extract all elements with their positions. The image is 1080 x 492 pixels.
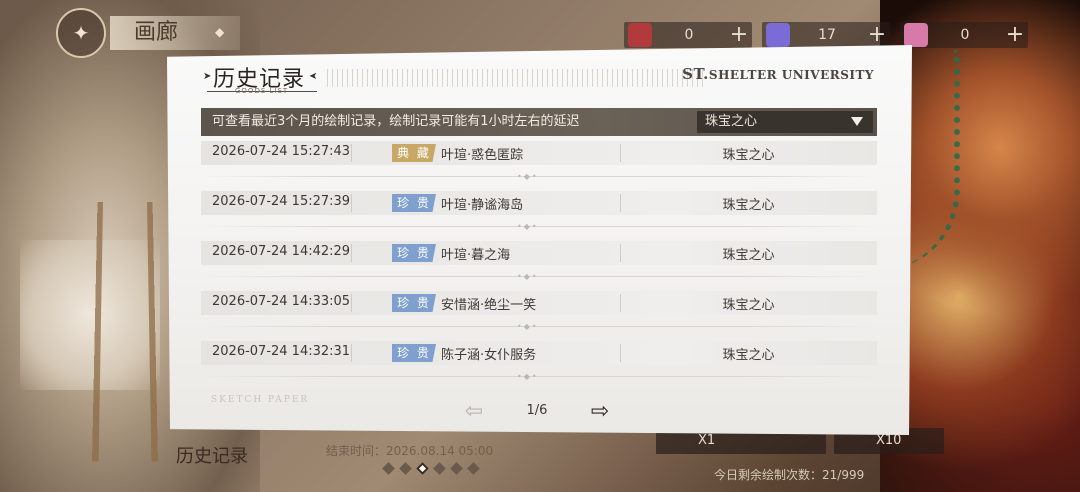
record-row: 2026-07-24 14:32:31 珍 贵 陈子涵·女仆服务 珠宝之心 •◆… bbox=[201, 341, 877, 391]
add-gem-button[interactable]: + bbox=[1002, 23, 1028, 47]
history-button-label[interactable]: 历史记录 bbox=[176, 442, 248, 468]
title-arrow-left-icon: ➤ bbox=[203, 71, 212, 82]
divider-ornament: •◆• bbox=[517, 372, 539, 381]
diamond-icon bbox=[766, 23, 790, 47]
history-modal: ➤ 历史记录 ➤ GOODS LIST ST.SHELTER UNIVERSIT… bbox=[167, 45, 912, 435]
record-row: 2026-07-24 15:27:39 珍 贵 叶瑄·静谧海岛 珠宝之心 •◆• bbox=[201, 191, 877, 241]
add-diamond-button[interactable]: + bbox=[864, 23, 890, 47]
divider-ornament: •◆• bbox=[517, 222, 539, 231]
butterfly-emblem-icon[interactable]: ✦ bbox=[56, 8, 106, 58]
column-separator bbox=[351, 294, 352, 312]
currency-gem-value: 0 bbox=[960, 27, 970, 43]
pool-filter-dropdown[interactable]: 珠宝之心 bbox=[697, 111, 873, 133]
pagination: ⇦ 1/6 ⇨ bbox=[457, 397, 617, 427]
modal-subtitle: GOODS LIST bbox=[235, 87, 289, 95]
currency-diamond: 17 + bbox=[762, 22, 890, 48]
end-time-text: 结束时间：2026.08.14 05:00 bbox=[326, 444, 494, 458]
decorative-ruler bbox=[327, 69, 707, 87]
currency-ticket-value: 0 bbox=[684, 27, 694, 43]
divider-ornament: •◆• bbox=[517, 172, 539, 181]
background-easel bbox=[92, 201, 158, 462]
record-list: 2026-07-24 15:27:43 典 藏 叶瑄·惑色匿踪 珠宝之心 •◆•… bbox=[201, 141, 877, 391]
record-time: 2026-07-24 14:33:05 bbox=[212, 294, 351, 309]
draw-x10-label: X10 bbox=[876, 433, 902, 448]
currency-diamond-value: 17 bbox=[818, 27, 836, 43]
next-page-arrow-icon[interactable]: ⇨ bbox=[585, 399, 615, 425]
record-row: 2026-07-24 15:27:43 典 藏 叶瑄·惑色匿踪 珠宝之心 •◆• bbox=[201, 141, 877, 191]
record-time: 2026-07-24 15:27:39 bbox=[212, 194, 351, 209]
divider-ornament: •◆• bbox=[517, 322, 539, 331]
page-dot[interactable] bbox=[467, 462, 480, 475]
row-divider bbox=[201, 376, 877, 377]
brand-logo: ST.SHELTER UNIVERSITY bbox=[682, 65, 874, 83]
record-time: 2026-07-24 15:27:43 bbox=[212, 144, 351, 159]
page-dot[interactable] bbox=[382, 462, 395, 475]
banner-page-dots bbox=[382, 462, 480, 475]
row-divider bbox=[201, 276, 877, 277]
remaining-draws-text: 今日剩余绘制次数：21/999 bbox=[714, 468, 865, 482]
rarity-badge: 典 藏 bbox=[392, 144, 436, 162]
title-arrow-right-icon: ➤ bbox=[309, 71, 318, 82]
record-row: 2026-07-24 14:42:29 珍 贵 叶瑄·暮之海 珠宝之心 •◆• bbox=[201, 241, 877, 291]
record-pool: 珠宝之心 bbox=[722, 298, 775, 313]
pool-filter-value: 珠宝之心 bbox=[705, 114, 758, 129]
record-time: 2026-07-24 14:42:29 bbox=[212, 244, 351, 259]
rarity-badge: 珍 贵 bbox=[392, 344, 436, 362]
column-separator bbox=[351, 244, 352, 262]
rarity-badge: 珍 贵 bbox=[392, 244, 436, 262]
record-pool: 珠宝之心 bbox=[722, 248, 775, 263]
row-divider bbox=[201, 176, 877, 177]
page-indicator: 1/6 bbox=[526, 403, 548, 418]
crown-ticket-icon bbox=[628, 23, 652, 47]
draw-x1-label: X1 bbox=[698, 433, 716, 448]
record-item: 叶瑄·惑色匿踪 bbox=[441, 148, 524, 163]
sketch-paper-watermark: SKETCH PAPER bbox=[211, 395, 310, 405]
record-time: 2026-07-24 14:32:31 bbox=[212, 344, 351, 359]
record-item: 叶瑄·暮之海 bbox=[441, 248, 511, 263]
currency-gem: 0 + bbox=[900, 22, 1028, 48]
prev-page-arrow-icon[interactable]: ⇦ bbox=[459, 399, 489, 425]
help-icon[interactable]: ◆ bbox=[215, 25, 229, 39]
record-item: 叶瑄·静谧海岛 bbox=[441, 198, 524, 213]
row-divider bbox=[201, 226, 877, 227]
page-dot-active[interactable] bbox=[416, 462, 429, 475]
page-dot[interactable] bbox=[450, 462, 463, 475]
add-ticket-button[interactable]: + bbox=[726, 23, 752, 47]
column-separator bbox=[351, 344, 352, 362]
brand-prefix: ST. bbox=[682, 65, 709, 83]
page-dot[interactable] bbox=[433, 462, 446, 475]
row-divider bbox=[201, 326, 877, 327]
record-item: 安惜涵·绝尘一笑 bbox=[441, 298, 537, 313]
pink-gem-icon bbox=[904, 23, 928, 47]
record-pool: 珠宝之心 bbox=[722, 348, 775, 363]
rarity-badge: 珍 贵 bbox=[392, 194, 436, 212]
record-pool: 珠宝之心 bbox=[722, 148, 775, 163]
currency-ticket: 0 + bbox=[624, 22, 752, 48]
column-separator bbox=[351, 144, 352, 162]
column-separator bbox=[351, 194, 352, 212]
record-pool: 珠宝之心 bbox=[722, 198, 775, 213]
page-dot[interactable] bbox=[399, 462, 412, 475]
notice-text: 可查看最近3个月的绘制记录，绘制记录可能有1小时左右的延迟 bbox=[212, 114, 580, 129]
divider-ornament: •◆• bbox=[517, 272, 539, 281]
chevron-down-icon bbox=[851, 117, 863, 126]
brand-name: SHELTER UNIVERSITY bbox=[708, 68, 874, 82]
rarity-badge: 珍 贵 bbox=[392, 294, 436, 312]
record-row: 2026-07-24 14:33:05 珍 贵 安惜涵·绝尘一笑 珠宝之心 •◆… bbox=[201, 291, 877, 341]
record-item: 陈子涵·女仆服务 bbox=[441, 348, 537, 363]
